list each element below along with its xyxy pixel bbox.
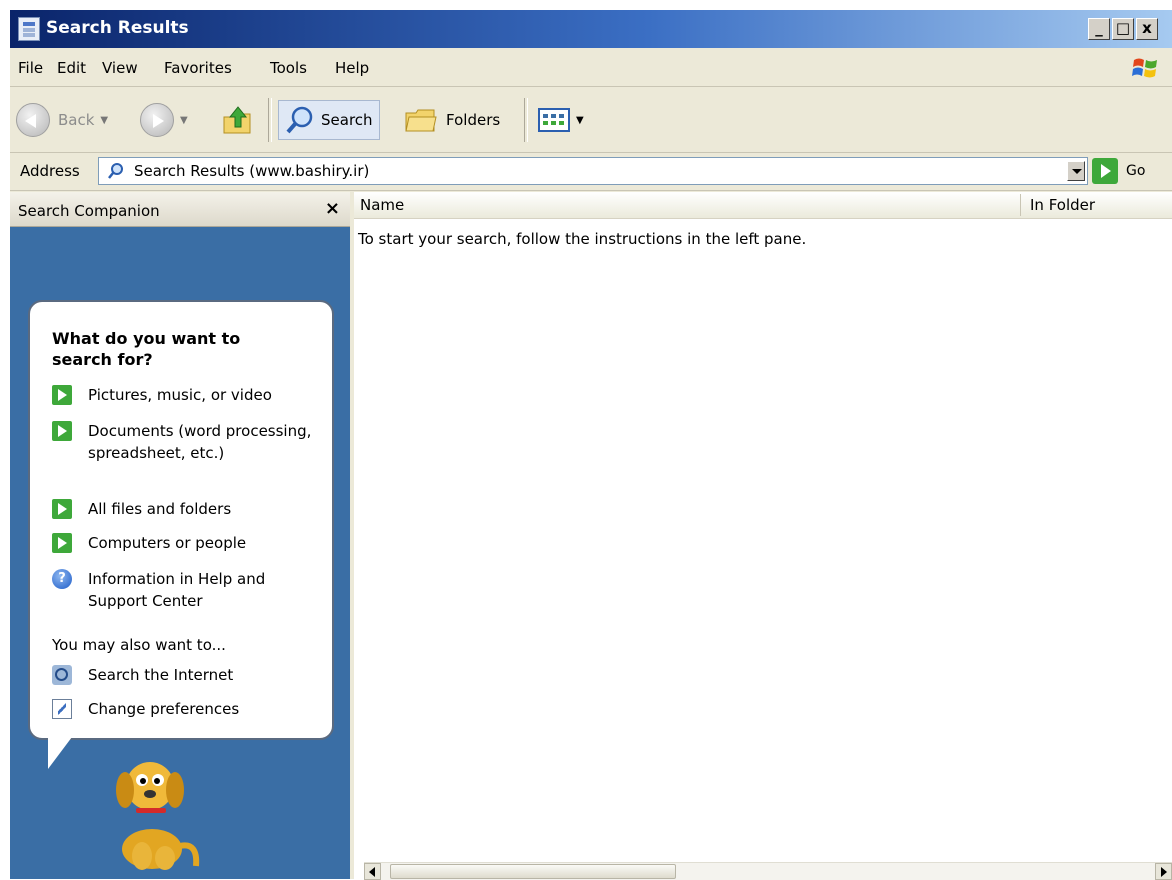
address-value: Search Results (www.bashiry.ir): [134, 162, 370, 180]
window-title: Search Results: [46, 18, 189, 38]
back-button[interactable]: Back ▼: [16, 102, 108, 138]
option-label: Documents (word processing, spreadsheet,…: [88, 422, 312, 462]
address-dropdown-button[interactable]: [1067, 161, 1085, 181]
close-pane-icon[interactable]: ×: [325, 198, 340, 219]
maximize-button[interactable]: □: [1112, 18, 1134, 40]
search-companion-title: Search Companion: [18, 202, 160, 220]
up-button[interactable]: [220, 102, 254, 138]
search-internet-icon: [52, 665, 72, 685]
option-label: Pictures, music, or video: [88, 386, 272, 404]
menu-favorites[interactable]: Favorites: [164, 59, 232, 77]
title-bar[interactable]: Search Results _ □ x: [10, 10, 1172, 48]
close-button[interactable]: x: [1136, 18, 1158, 40]
option-label: All files and folders: [88, 500, 232, 518]
address-field[interactable]: Search Results (www.bashiry.ir): [98, 157, 1088, 185]
green-arrow-icon: [52, 385, 72, 405]
address-bar: Address Search Results (www.bashiry.ir) …: [10, 154, 1172, 191]
option-label: Change preferences: [88, 700, 240, 718]
folders-label: Folders: [446, 111, 501, 129]
forward-button[interactable]: ▼: [140, 102, 188, 138]
minimize-button[interactable]: _: [1088, 18, 1110, 40]
search-button[interactable]: Search: [278, 100, 380, 140]
menu-view[interactable]: View: [102, 59, 138, 77]
scroll-right-button[interactable]: [1155, 863, 1172, 880]
back-arrow-icon: [16, 103, 50, 137]
back-label: Back: [58, 111, 95, 129]
search-label: Search: [321, 111, 373, 129]
toolbar-separator: [524, 98, 528, 142]
address-label: Address: [20, 162, 80, 180]
search-options-bubble: What do you want to search for? Pictures…: [28, 300, 334, 740]
also-want-label: You may also want to...: [52, 636, 226, 654]
column-name[interactable]: Name: [360, 196, 404, 214]
search-instruction: To start your search, follow the instruc…: [358, 230, 807, 248]
preferences-icon: [52, 699, 72, 719]
column-divider[interactable]: [1020, 194, 1021, 216]
option-label: Information in Help and Support Center: [88, 570, 266, 610]
go-button[interactable]: Go: [1126, 163, 1145, 179]
column-header-bar: Name In Folder: [354, 192, 1172, 219]
menu-edit[interactable]: Edit: [57, 59, 86, 77]
search-magnifier-icon: [286, 106, 313, 134]
back-dropdown-icon[interactable]: ▼: [100, 115, 108, 126]
search-dog-icon[interactable]: [102, 754, 202, 874]
scroll-thumb[interactable]: [390, 864, 676, 879]
help-icon: ?: [52, 569, 72, 589]
menu-help[interactable]: Help: [335, 59, 369, 77]
horizontal-scrollbar[interactable]: [364, 862, 1172, 880]
search-companion-pane: Search Companion × What do you want to s…: [10, 192, 350, 879]
forward-arrow-icon: [140, 103, 174, 137]
search-results-window-icon: [18, 17, 40, 41]
views-button[interactable]: ▼: [538, 102, 584, 138]
go-arrow-icon[interactable]: [1092, 158, 1118, 184]
windows-logo-icon: [1132, 58, 1157, 78]
folders-icon: [405, 109, 437, 132]
explorer-window: Search Results _ □ x File Edit View Favo…: [10, 10, 1172, 880]
option-label: Search the Internet: [88, 666, 234, 684]
folders-button[interactable]: Folders: [404, 102, 500, 138]
standard-toolbar: Back ▼ ▼ Search Folders ▼: [10, 88, 1172, 153]
green-arrow-icon: [52, 499, 72, 519]
green-arrow-icon: [52, 533, 72, 553]
toolbar-separator: [268, 98, 272, 142]
green-arrow-icon: [52, 421, 72, 441]
menu-tools[interactable]: Tools: [270, 59, 307, 77]
search-results-address-icon: [108, 163, 123, 179]
results-pane: Name In Folder To start your search, fol…: [354, 192, 1172, 880]
search-question: What do you want to search for?: [52, 329, 241, 369]
forward-dropdown-icon[interactable]: ▼: [180, 115, 188, 126]
menu-bar: File Edit View Favorites Tools Help: [10, 50, 1172, 87]
scroll-left-button[interactable]: [364, 863, 381, 880]
option-label: Computers or people: [88, 534, 247, 552]
search-companion-header: Search Companion ×: [10, 192, 350, 227]
views-dropdown-icon[interactable]: ▼: [576, 115, 584, 126]
menu-file[interactable]: File: [18, 59, 43, 77]
bubble-tail: [48, 737, 72, 769]
folder-up-icon: [223, 106, 251, 134]
column-in-folder[interactable]: In Folder: [1030, 196, 1095, 214]
views-grid-icon: [538, 108, 570, 132]
